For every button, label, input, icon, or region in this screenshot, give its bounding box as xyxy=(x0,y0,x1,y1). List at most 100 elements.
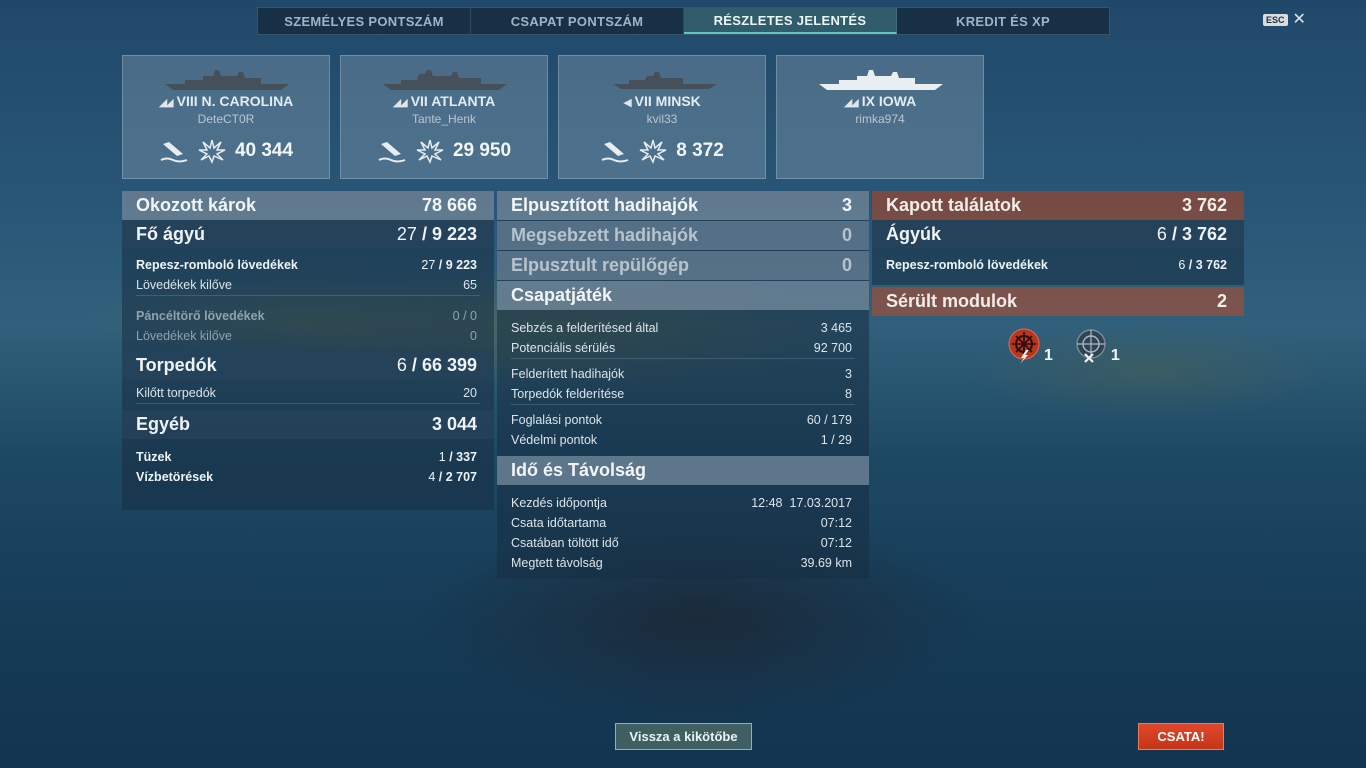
damage-burst-icon xyxy=(198,139,226,164)
row-label: Csata időtartama xyxy=(511,516,607,530)
cruiser-class-icon: ◢◢ xyxy=(392,97,408,109)
stat-row: Sebzés a felderítésed által 3 465 xyxy=(497,318,869,338)
sinking-ship-icon xyxy=(378,142,406,163)
tab-personal-score[interactable]: SZEMÉLYES PONTSZÁM xyxy=(258,8,471,34)
stat-row: Vízbetörések 4 / 2 707 xyxy=(122,467,494,487)
row-label: Felderített hadihajók xyxy=(511,367,625,381)
sinking-ship-icon xyxy=(601,142,629,163)
damage-dealt-panel: Okozott károk 78 666 Fő ágyú 27 / 9 223 … xyxy=(122,191,494,510)
battleship-silhouette-icon xyxy=(819,70,943,90)
header-label: Okozott károk xyxy=(136,195,257,215)
row-label: Kezdés időpontja xyxy=(511,496,607,510)
row-label: Vízbetörések xyxy=(136,470,214,484)
stat-row: Kezdés időpontja 12:48 17.03.2017 xyxy=(497,493,869,513)
stat-row: Csata időtartama 07:12 xyxy=(497,513,869,533)
module-item: 1 xyxy=(1073,328,1120,364)
teamplay-header: Csapatjáték xyxy=(497,281,869,310)
header-value: 27 / 9 223 xyxy=(396,224,477,244)
ship-stats: 29 950 xyxy=(341,138,547,164)
other-header: Egyéb 3 044 xyxy=(122,410,494,439)
header-label: Elpusztított hadihajók xyxy=(511,195,698,215)
row-value: 07:12 xyxy=(820,516,852,530)
header-label: Fő ágyú xyxy=(136,224,206,244)
header-value: 3 762 xyxy=(1181,195,1227,215)
tab-bar: SZEMÉLYES PONTSZÁM CSAPAT PONTSZÁM RÉSZL… xyxy=(257,7,1110,35)
damaged-modules-list: 1 1 xyxy=(872,316,1244,364)
stat-row: Torpedók felderítése 8 xyxy=(497,384,869,404)
row-value: 3 xyxy=(845,367,852,381)
battle-button[interactable]: CSATA! xyxy=(1138,723,1224,750)
header-label: Kapott találatok xyxy=(886,195,1022,215)
module-count: 1 xyxy=(1110,347,1120,364)
ship-name: ◢◢ VII ATLANTA xyxy=(392,93,496,109)
damage-burst-icon xyxy=(416,139,444,164)
header-value: 3 xyxy=(841,195,852,215)
row-label: Csatában töltött idő xyxy=(511,536,619,550)
row-value: 3 465 xyxy=(820,321,852,335)
ship-stats: 40 344 xyxy=(123,138,329,164)
row-value: 4 / 2 707 xyxy=(428,470,477,484)
hits-received-header: Kapott találatok 3 762 xyxy=(872,191,1244,220)
destroyer-class-icon: ◀ xyxy=(623,97,632,109)
header-value: 2 xyxy=(1216,291,1227,311)
steering-gear-damaged-icon xyxy=(1008,328,1040,364)
stat-row: Foglalási pontok 60 / 179 xyxy=(497,410,869,430)
header-label: Megsebzett hadihajók xyxy=(511,225,699,245)
header-value: 6 / 3 762 xyxy=(1156,224,1227,244)
row-label: Repesz-romboló lövedékek xyxy=(136,258,298,272)
close-button[interactable]: ESC ✕ xyxy=(1263,12,1306,28)
stat-row: Tüzek 1 / 337 xyxy=(122,447,494,467)
tab-credits-xp[interactable]: KREDIT ÉS XP xyxy=(897,8,1109,34)
row-value: 92 700 xyxy=(813,341,852,355)
row-value: 20 xyxy=(463,386,477,400)
header-value: 0 xyxy=(841,255,852,275)
header-value: 3 044 xyxy=(431,414,477,434)
return-to-port-button[interactable]: Vissza a kikötőbe xyxy=(615,723,752,750)
row-label: Sebzés a felderítésed által xyxy=(511,321,659,335)
stat-row: Csatában töltött idő 07:12 xyxy=(497,533,869,553)
row-value: 60 / 179 xyxy=(806,413,852,427)
ship-stats: 8 372 xyxy=(559,138,765,164)
row-value: 1 / 337 xyxy=(438,450,477,464)
damage-value: 29 950 xyxy=(452,140,512,161)
player-name: DeteCT0R xyxy=(197,112,255,126)
damage-value: 8 372 xyxy=(676,140,724,161)
header-label: Csapatjáték xyxy=(511,285,613,305)
ship-name: ◢◢ IX IOWA xyxy=(843,93,917,109)
time-distance-header: Idő és Távolság xyxy=(497,456,869,485)
close-icon[interactable]: ✕ xyxy=(1293,12,1306,28)
row-value: 0 / 0 xyxy=(452,309,477,323)
row-value: 65 xyxy=(463,278,477,292)
header-label: Elpusztult repülőgép xyxy=(511,255,689,275)
damage-value: 40 344 xyxy=(234,140,294,161)
row-label: Páncéltörő lövedékek xyxy=(136,309,265,323)
sinking-ship-icon xyxy=(160,142,188,163)
header-value: 0 xyxy=(841,225,852,245)
stat-row: Repesz-romboló lövedékek 27 / 9 223 xyxy=(122,255,494,275)
stat-row: Felderített hadihajók 3 xyxy=(497,364,869,384)
header-label: Idő és Távolság xyxy=(511,460,647,480)
ship-card: ◀ VII MINSK kvil33 8 372 xyxy=(558,55,766,179)
damaged-modules-header: Sérült modulok 2 xyxy=(872,287,1244,316)
header-label: Ágyúk xyxy=(886,224,942,244)
stat-row: Repesz-romboló lövedékek 6 / 3 762 xyxy=(872,255,1244,275)
module-count: 1 xyxy=(1044,347,1053,364)
tab-detailed-report[interactable]: RÉSZLETES JELENTÉS xyxy=(684,8,897,34)
row-label: Lövedékek kilőve xyxy=(136,329,232,343)
ship-card: ◢◢ VIII N. CAROLINA DeteCT0R 40 344 xyxy=(122,55,330,179)
player-name: kvil33 xyxy=(646,112,678,126)
row-label: Repesz-romboló lövedékek xyxy=(886,258,1048,272)
row-value: 1 / 29 xyxy=(820,433,852,447)
destroyer-silhouette-icon xyxy=(613,72,717,89)
planes-destroyed-header: Elpusztult repülőgép 0 xyxy=(497,251,869,280)
damaged-ships-header: Megsebzett hadihajók 0 xyxy=(497,221,869,250)
ship-name: ◢◢ VIII N. CAROLINA xyxy=(158,93,294,109)
main-battery-header: Fő ágyú 27 / 9 223 xyxy=(122,220,494,249)
stat-row: Védelmi pontok 1 / 29 xyxy=(497,430,869,450)
module-item: 1 xyxy=(1006,328,1053,364)
damage-dealt-header: Okozott károk 78 666 xyxy=(122,191,494,220)
row-label: Torpedók felderítése xyxy=(511,387,625,401)
row-label: Potenciális sérülés xyxy=(511,341,616,355)
tab-team-score[interactable]: CSAPAT PONTSZÁM xyxy=(471,8,684,34)
row-value: 12:48 17.03.2017 xyxy=(751,496,852,510)
